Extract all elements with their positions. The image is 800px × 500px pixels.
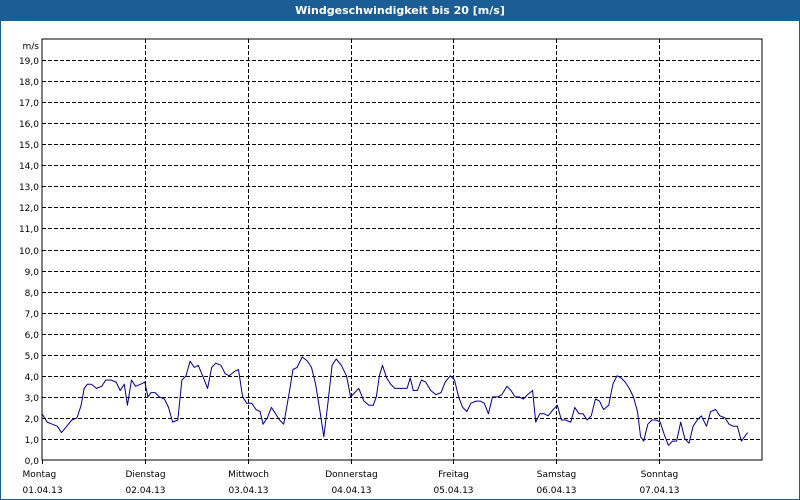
y-tick-label: 3,0 [25,394,40,404]
y-tick-label: 0,0 [25,457,40,467]
y-tick-label: 18,0 [19,78,39,88]
y-tick-label: 1,0 [25,436,40,446]
y-tick-label: 15,0 [19,141,39,151]
x-tick-date: 02.04.13 [125,486,165,496]
x-tick-date: 05.04.13 [433,486,473,496]
x-tick-date: 03.04.13 [228,486,268,496]
y-axis-label: m/s [23,42,40,52]
x-tick-weekday: Freitag [438,470,469,480]
x-tick-weekday: Montag [23,470,57,480]
y-tick-label: 19,0 [19,57,39,67]
x-tick-weekday: Sonntag [641,470,678,480]
y-tick-label: 9,0 [25,268,40,278]
y-tick-label: 7,0 [25,310,40,320]
y-tick-label: 12,0 [19,204,39,214]
y-tick-label: 10,0 [19,247,39,257]
x-tick-date: 06.04.13 [536,486,576,496]
y-tick-label: 16,0 [19,120,39,130]
x-tick-weekday: Dienstag [125,470,165,480]
y-tick-label: 4,0 [25,373,40,383]
wind-speed-chart: 0,0 1,0 2,0 3,0 4,0 5,0 6,0 7,0 8,0 9,0 10,0 11,0 12… [19,38,763,496]
window-title: Windgeschwindigkeit bis 20 [m/s] [1,1,799,21]
x-tick-weekday: Mittwoch [228,470,269,480]
x-tick-weekday: Samstag [537,470,576,480]
y-tick-label: 14,0 [19,162,39,172]
x-tick-date: 07.04.13 [639,486,679,496]
x-tick-date: 01.04.13 [23,486,63,496]
y-tick-label: 6,0 [25,331,40,341]
y-tick-label: 8,0 [25,289,40,299]
y-tick-label: 2,0 [25,415,40,425]
y-tick-label: 11,0 [19,225,39,235]
y-tick-label: 17,0 [19,99,39,109]
chart-window: Windgeschwindigkeit bis 20 [m/s] 0,0 1,0 2… [0,0,800,500]
x-tick-weekday: Donnerstag [325,470,378,480]
y-tick-label: 13,0 [19,183,39,193]
y-tick-label: 5,0 [25,352,40,362]
x-tick-date: 04.04.13 [331,486,371,496]
